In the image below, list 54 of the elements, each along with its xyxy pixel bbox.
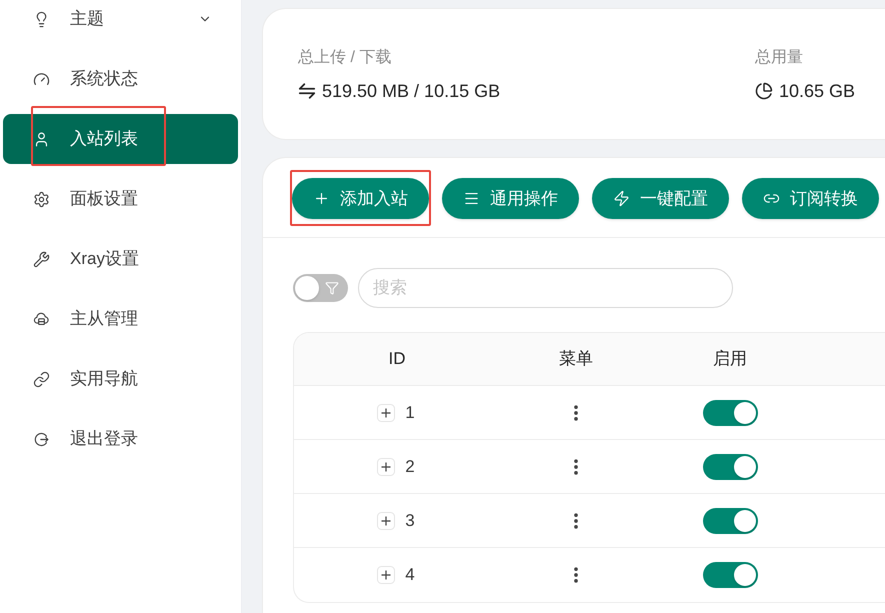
wrench-icon <box>33 250 50 268</box>
sidebar-label: 退出登录 <box>70 428 139 450</box>
expand-row-icon[interactable] <box>377 458 396 476</box>
expand-row-icon[interactable] <box>377 404 396 422</box>
sidebar-label: 实用导航 <box>70 368 139 390</box>
pie-chart-icon <box>755 82 773 100</box>
stat-label: 总用量 <box>755 48 804 68</box>
sidebar-label: 面板设置 <box>70 188 139 210</box>
stat-label: 总上传 / 下载 <box>298 48 392 68</box>
filter-toggle[interactable] <box>293 274 348 302</box>
swap-icon <box>298 82 316 100</box>
funnel-icon <box>325 281 339 295</box>
user-icon <box>33 130 50 148</box>
id-cell-text: 4 <box>405 564 415 586</box>
toggle-switch[interactable] <box>702 454 758 480</box>
link-icon <box>33 370 50 388</box>
lightning-icon <box>613 190 630 207</box>
sidebar-label: 入站列表 <box>70 128 139 150</box>
toolbar-button[interactable]: 添加入站 <box>292 178 429 219</box>
toolbar-button[interactable]: 一键配置 <box>592 178 729 219</box>
sidebar-item[interactable]: 实用导航 <box>3 354 238 404</box>
toolbar-button[interactable]: 通用操作 <box>442 178 579 219</box>
id-cell-text: 2 <box>405 456 415 478</box>
expand-row-icon[interactable] <box>377 566 396 584</box>
cloud-icon <box>33 310 50 328</box>
id-cell-text: 3 <box>405 510 415 532</box>
settings-icon <box>33 190 50 208</box>
sidebar-item[interactable]: 系统状态 <box>3 54 238 104</box>
toggle-switch[interactable] <box>702 508 758 534</box>
gauge-icon <box>33 70 50 88</box>
menu-icon <box>463 190 480 207</box>
sidebar-item[interactable]: 退出登录 <box>3 414 238 464</box>
sidebar-label: Xray设置 <box>70 248 140 270</box>
sidebar-item[interactable]: 主从管理 <box>3 294 238 344</box>
sidebar-item[interactable]: 入站列表 <box>3 114 238 164</box>
plus-icon <box>313 190 330 207</box>
logout-icon <box>33 430 50 448</box>
toggle-switch[interactable] <box>702 400 758 426</box>
id-cell-text: 1 <box>405 402 415 424</box>
column-header: ID <box>388 348 406 370</box>
sidebar-item[interactable]: 主题 <box>3 0 238 44</box>
sidebar-item[interactable]: Xray设置 <box>3 234 238 284</box>
sidebar-label: 系统状态 <box>70 68 139 90</box>
stat-value: 519.50 MB / 10.15 GB <box>322 80 500 103</box>
sidebar-label: 主从管理 <box>70 308 139 330</box>
sidebar-item[interactable]: 面板设置 <box>3 174 238 224</box>
column-header: 菜单 <box>559 348 593 370</box>
stat-value: 10.65 GB <box>779 80 856 103</box>
expand-row-icon[interactable] <box>377 512 396 530</box>
sidebar-label: 主题 <box>70 8 105 30</box>
toggle-switch[interactable] <box>702 562 758 588</box>
column-header: 启用 <box>713 348 747 370</box>
search-field[interactable]: 搜索 <box>358 268 733 308</box>
toolbar-button[interactable]: 订阅转换 <box>742 178 879 219</box>
